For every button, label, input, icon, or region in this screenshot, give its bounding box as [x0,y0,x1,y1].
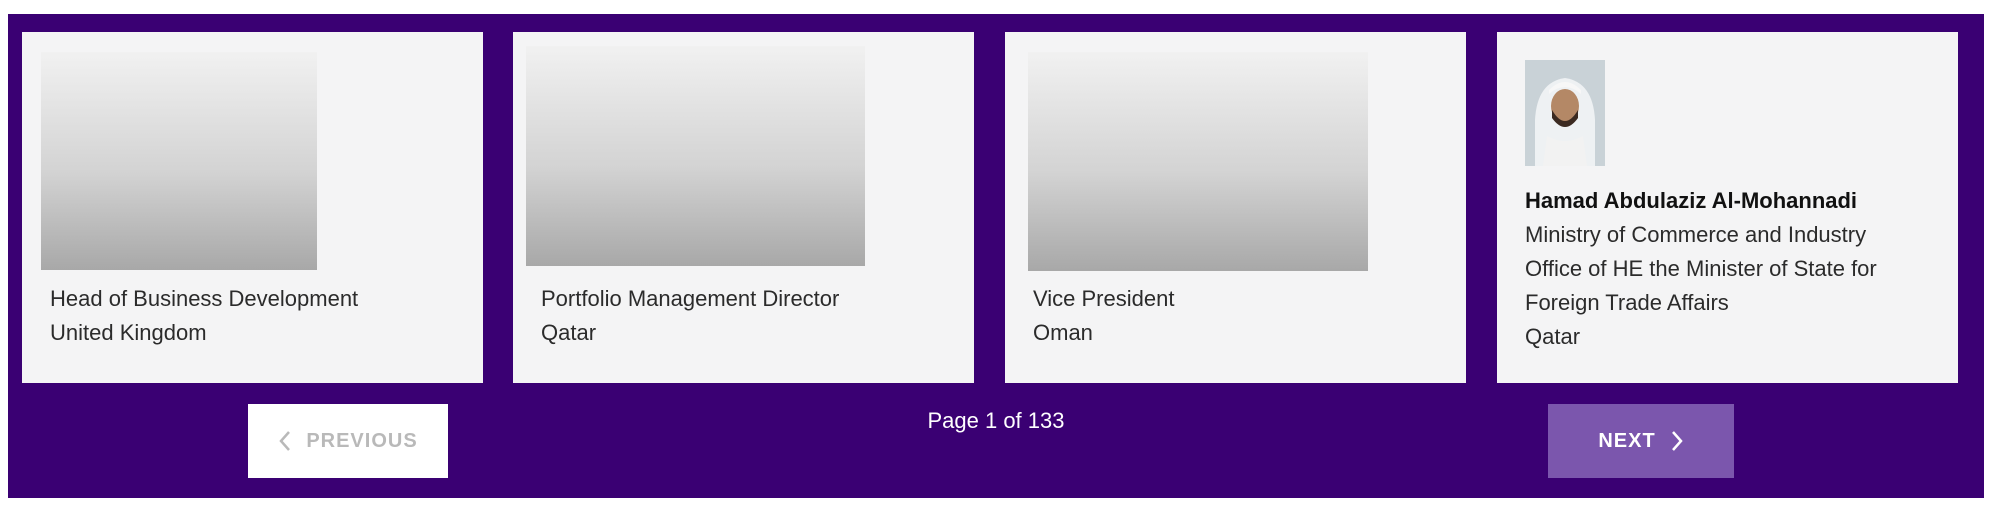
speaker-role-continued: Foreign Trade Affairs [1525,290,1729,315]
speaker-country: United Kingdom [50,320,207,345]
speaker-photo-placeholder [526,46,865,266]
speaker-country: Oman [1033,320,1093,345]
speaker-card[interactable]: Portfolio Management Director Qatar [513,32,974,383]
speaker-photo [1525,60,1605,166]
chevron-right-icon [1671,431,1683,451]
speaker-details: Hamad Abdulaziz Al-Mohannadi Ministry of… [1525,184,1877,354]
speaker-card[interactable]: Hamad Abdulaziz Al-Mohannadi Ministry of… [1497,32,1958,383]
speaker-details: Portfolio Management Director Qatar [541,282,839,350]
speaker-card[interactable]: Head of Business Development United King… [22,32,483,383]
speaker-details: Head of Business Development United King… [50,282,358,350]
speaker-title: Portfolio Management Director [541,286,840,311]
speaker-country: Qatar [1525,324,1581,349]
speaker-name: Hamad Abdulaziz Al-Mohannadi [1525,188,1858,213]
speaker-photo-placeholder [1028,52,1368,271]
speaker-carousel: Head of Business Development United King… [8,14,1984,498]
speaker-organization: Ministry of Commerce and Industry [1525,222,1867,247]
speaker-details: Vice President Oman [1033,282,1174,350]
speaker-portrait-icon [1525,60,1605,166]
speaker-title: Vice President [1033,286,1175,311]
speaker-photo-placeholder [41,52,317,270]
next-button[interactable]: NEXT [1548,404,1734,478]
speaker-country: Qatar [541,320,597,345]
speaker-role: Office of HE the Minister of State for [1525,256,1877,281]
speaker-card[interactable]: Vice President Oman [1005,32,1466,383]
speaker-title: Head of Business Development [50,286,359,311]
next-label: NEXT [1598,429,1656,452]
